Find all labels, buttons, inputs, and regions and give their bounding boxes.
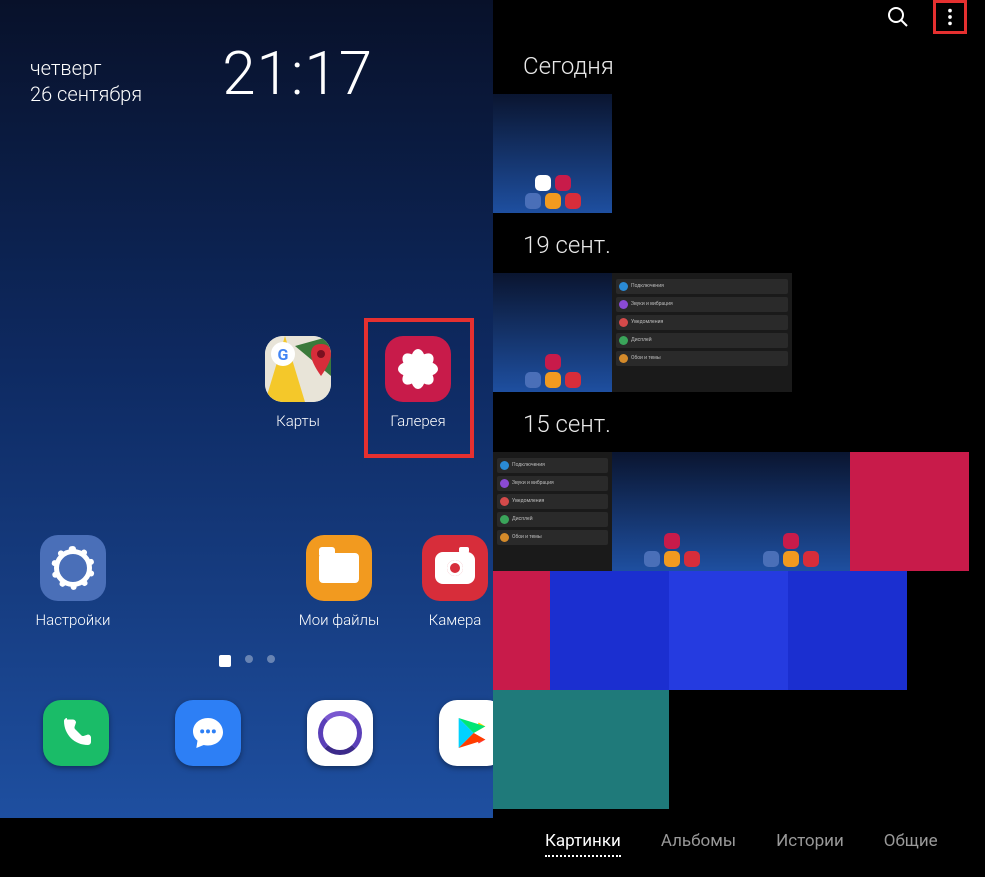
app-camera[interactable]: Камера <box>415 535 495 629</box>
folder-icon <box>306 535 372 601</box>
camera-icon <box>422 535 488 601</box>
messages-icon <box>175 700 241 766</box>
thumbnail[interactable] <box>788 571 907 690</box>
weekday-label: четверг <box>30 55 142 81</box>
date-label: 26 сентября <box>30 81 142 107</box>
thumbnail[interactable] <box>612 690 669 809</box>
more-button[interactable] <box>933 0 967 34</box>
app-maps[interactable]: G Карты <box>258 336 338 430</box>
app-label: Карты <box>276 412 320 430</box>
tab-pictures[interactable]: Картинки <box>545 831 621 857</box>
thumbnail[interactable] <box>669 571 788 690</box>
tab-albums[interactable]: Альбомы <box>661 831 736 857</box>
app-myfiles[interactable]: Мои файлы <box>289 535 389 629</box>
thumbnail[interactable] <box>493 690 612 809</box>
date-block: четверг 26 сентября <box>30 55 142 107</box>
dock-browser[interactable] <box>300 700 380 776</box>
home-screen: четверг 26 сентября 21:17 G Карты <box>0 0 493 818</box>
svg-text:G: G <box>278 345 289 364</box>
thumbnail[interactable] <box>493 94 612 213</box>
app-label: Настройки <box>36 611 111 629</box>
tab-shared[interactable]: Общие <box>884 831 938 857</box>
thumbnail[interactable] <box>612 452 731 571</box>
app-label: Мои файлы <box>299 611 380 629</box>
phone-icon <box>43 700 109 766</box>
thumbnail[interactable] <box>850 452 969 571</box>
more-icon <box>939 6 961 28</box>
thumbnail[interactable] <box>493 571 550 690</box>
search-icon <box>886 5 910 29</box>
app-label: Камера <box>429 611 482 629</box>
app-settings[interactable]: Настройки <box>18 535 128 629</box>
settings-icon <box>40 535 106 601</box>
thumbnail[interactable] <box>493 273 612 392</box>
gallery-topbar <box>493 0 985 34</box>
section-today: Сегодня <box>493 34 985 94</box>
dock-messages[interactable] <box>168 700 248 776</box>
gallery-app: Сегодня 19 сент. Подключения Звуки и виб… <box>493 0 985 818</box>
page-dot-2[interactable] <box>245 655 253 663</box>
clock: 21:17 <box>222 38 373 109</box>
tab-stories[interactable]: Истории <box>776 831 844 857</box>
page-dot-3[interactable] <box>267 655 275 663</box>
thumbnail[interactable]: Подключения Звуки и вибрация Уведомления… <box>612 273 792 392</box>
section-sep15: 15 сент. <box>493 392 985 452</box>
section-sep19: 19 сент. <box>493 213 985 273</box>
gallery-highlight <box>364 318 474 458</box>
maps-icon: G <box>265 336 331 402</box>
search-button[interactable] <box>881 0 915 34</box>
thumbs-sep19: Подключения Звуки и вибрация Уведомления… <box>493 273 985 392</box>
thumbnail[interactable] <box>731 452 850 571</box>
browser-icon <box>307 700 373 766</box>
gallery-tabs: Картинки Альбомы Истории Общие <box>493 809 985 877</box>
thumbs-sep15: Подключения Звуки и вибрация Уведомления… <box>493 452 985 809</box>
page-dots <box>0 655 493 667</box>
dock-phone[interactable] <box>36 700 116 776</box>
thumbs-today <box>493 94 985 213</box>
thumbnail[interactable]: Подключения Звуки и вибрация Уведомления… <box>493 452 612 571</box>
page-dot-home[interactable] <box>219 655 231 667</box>
thumbnail[interactable] <box>550 571 669 690</box>
